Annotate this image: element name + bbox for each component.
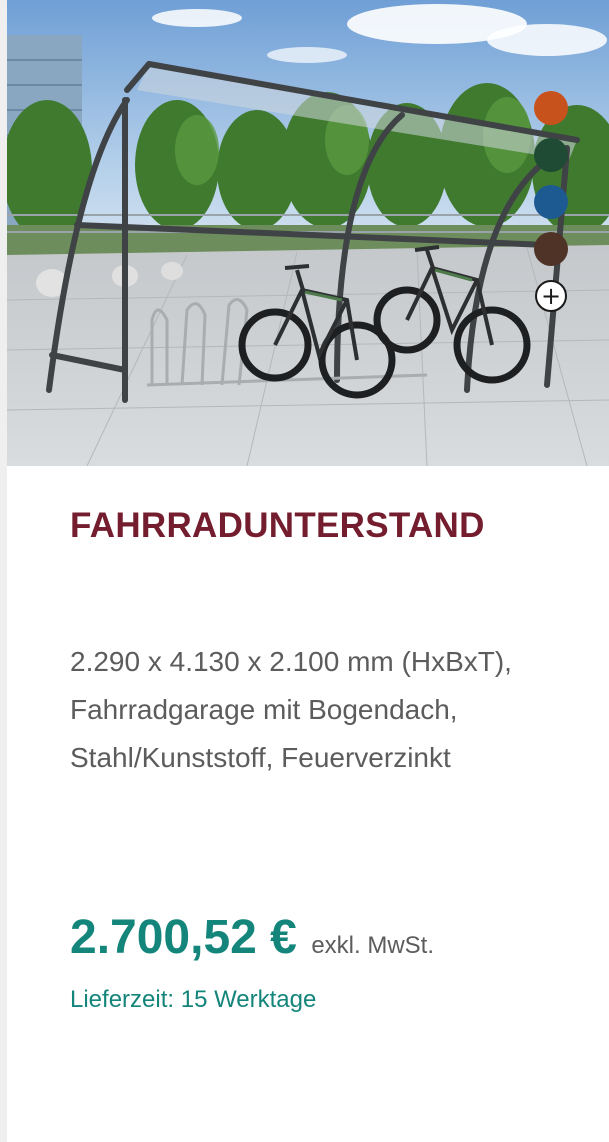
product-card[interactable]: + FAHRRADUNTERSTAND 2.290 x 4.130 x 2.10…: [7, 0, 609, 1142]
product-image[interactable]: +: [7, 0, 609, 466]
description-line: Fahrradgarage mit Bogendach,: [70, 694, 458, 725]
swatch-blue[interactable]: [534, 185, 568, 219]
swatch-orange[interactable]: [534, 91, 568, 125]
price-row: 2.700,52 € exkl. MwSt.: [70, 910, 434, 965]
swatch-dark-green[interactable]: [534, 138, 568, 172]
description-line: Stahl/Kunststoff, Feuerverzinkt: [70, 742, 451, 773]
description-line: 2.290 x 4.130 x 2.100 mm (HxBxT),: [70, 646, 512, 677]
product-title[interactable]: FAHRRADUNTERSTAND: [70, 506, 485, 546]
tax-note: exkl. MwSt.: [311, 932, 435, 959]
more-colors-plus-icon[interactable]: +: [535, 280, 567, 312]
product-description: 2.290 x 4.130 x 2.100 mm (HxBxT), Fahrra…: [70, 638, 590, 782]
swatch-brown[interactable]: [534, 232, 568, 266]
product-price: 2.700,52 €: [70, 911, 297, 964]
delivery-time: Lieferzeit: 15 Werktage: [70, 986, 317, 1013]
left-rail: [0, 0, 7, 1142]
